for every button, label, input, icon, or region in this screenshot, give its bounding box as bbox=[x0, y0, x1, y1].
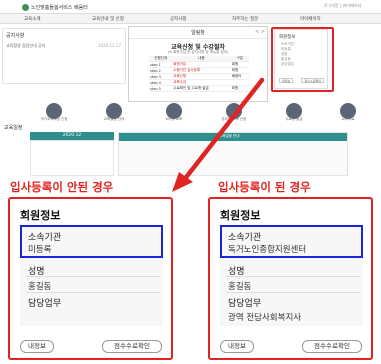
org-value: 독거노인종합지원센터 bbox=[228, 245, 307, 255]
procedure-table: 진행단계 내용 구분 step 1 회원가입 회원 step 2 수행기관 입사… bbox=[149, 56, 249, 92]
logo-icon bbox=[22, 3, 29, 11]
highlight-box-red bbox=[271, 27, 334, 92]
util-links[interactable]: 로그아웃 | 마이페이지 bbox=[324, 3, 361, 9]
my-info-button[interactable]: 내정보 bbox=[20, 340, 54, 353]
calendar-grid bbox=[30, 140, 114, 176]
nav-item[interactable]: 교육소개 bbox=[24, 16, 41, 22]
guide-popup: 알림창 < > 교육신청 및 수강절차 (※ 회원가입 후 공지사항 및 매뉴얼… bbox=[128, 26, 268, 102]
top-navigation: 교육소개 교육안내 및 신청 공지사항 자주하는 질문 마이페이지 bbox=[0, 13, 381, 24]
divider bbox=[26, 276, 160, 277]
card-fields: 소속기관 미등록 성명 홍길동 담당업무 bbox=[20, 225, 163, 326]
notice-row[interactable]: 교육환경 점검안내 공지 bbox=[6, 43, 45, 49]
nav-item[interactable]: 자주하는 질문 bbox=[232, 16, 258, 22]
name-value: 홍길동 bbox=[228, 282, 252, 292]
card-fields: 소속기관 독거노인종합지원센터 성명 홍길동 담당업무 광역 전담사회복지사 bbox=[220, 225, 363, 326]
cert-check-button[interactable]: 점수수료확인 bbox=[102, 340, 162, 353]
caption-registered: 입사등록이 된 경우 bbox=[218, 180, 311, 194]
quick-menu-label: 수료증 발급 bbox=[285, 117, 303, 121]
calendar-title: 교육일정 bbox=[4, 125, 23, 131]
notice-date: 2020.12.17 bbox=[98, 43, 121, 48]
duty-label: 담당업무 bbox=[228, 299, 262, 309]
duty-value: 광역 전담사회복지사 bbox=[228, 313, 302, 323]
quick-menu-label: 국가교육과정 신청 bbox=[40, 117, 68, 121]
quick-menu-icons: 국가교육과정 신청 교육일정 안내 e러닝 교육 온라인 교육 신청 수료증 발… bbox=[0, 103, 381, 123]
notice-panel: 공지사항 교육환경 점검안내 공지 2020.12.17 bbox=[2, 28, 126, 84]
cert-check-button[interactable]: 점수수료확인 bbox=[302, 340, 362, 353]
member-info-card-unregistered: 회원정보 소속기관 미등록 성명 홍길동 담당업무 내정보 점수수료확인 bbox=[8, 197, 173, 360]
site-logo[interactable]: 노인맞춤돌봄서비스 배움터 bbox=[22, 3, 102, 11]
nav-item[interactable]: 마이페이지 bbox=[300, 16, 321, 22]
table-cell: 수료확인 및 수료증 발급 bbox=[172, 85, 231, 92]
quick-menu-label: 온라인 교육 신청 bbox=[221, 117, 247, 121]
org-label: 소속기관 bbox=[228, 233, 262, 243]
table-row: step 5 수료확인 및 수료증 발급 회원 bbox=[149, 85, 249, 92]
org-label: 소속기관 bbox=[28, 233, 62, 243]
popup-pager[interactable]: < > bbox=[255, 29, 265, 35]
duty-label: 담당업무 bbox=[28, 299, 62, 309]
schedule-header: 교육일정 안내 bbox=[219, 134, 240, 138]
caption-not-registered: 입사등록이 안된 경우 bbox=[10, 180, 114, 194]
card-title: 회원정보 bbox=[20, 209, 61, 222]
logo-text: 노인맞춤돌봄서비스 배움터 bbox=[31, 4, 88, 11]
popup-subtitle: (※ 회원가입 후 공지사항 및 매뉴얼 참조) bbox=[167, 50, 229, 54]
nav-item[interactable]: 교육안내 및 신청 bbox=[92, 16, 124, 22]
table-cell: step 5 bbox=[149, 85, 173, 92]
calendar-month[interactable]: 2020.12 bbox=[30, 132, 114, 140]
name-value: 홍길동 bbox=[28, 282, 52, 292]
member-info-card-registered: 회원정보 소속기관 독거노인종합지원센터 성명 홍길동 담당업무 광역 전담사회… bbox=[208, 197, 373, 360]
quick-menu-label: 교육자료 bbox=[341, 117, 355, 121]
card-title: 회원정보 bbox=[220, 209, 261, 222]
org-value: 미등록 bbox=[28, 245, 52, 255]
notice-title: 공지사항 bbox=[6, 33, 25, 39]
popup-header: 알림창 bbox=[129, 27, 267, 39]
divider bbox=[26, 292, 160, 293]
quick-menu-label: 교육일정 안내 bbox=[103, 117, 125, 121]
table-cell: 회원 bbox=[230, 85, 249, 92]
divider bbox=[226, 276, 360, 277]
website-screenshot: 노인맞춤돌봄서비스 배움터 로그아웃 | 마이페이지 교육소개 교육안내 및 신… bbox=[0, 0, 381, 178]
schedule-panel: 교육일정 안내 bbox=[118, 132, 348, 176]
my-info-button[interactable]: 내정보 bbox=[220, 340, 254, 353]
divider bbox=[226, 292, 360, 293]
nav-item[interactable]: 공지사항 bbox=[170, 16, 187, 22]
quick-menu-label: e러닝 교육 bbox=[165, 117, 183, 121]
